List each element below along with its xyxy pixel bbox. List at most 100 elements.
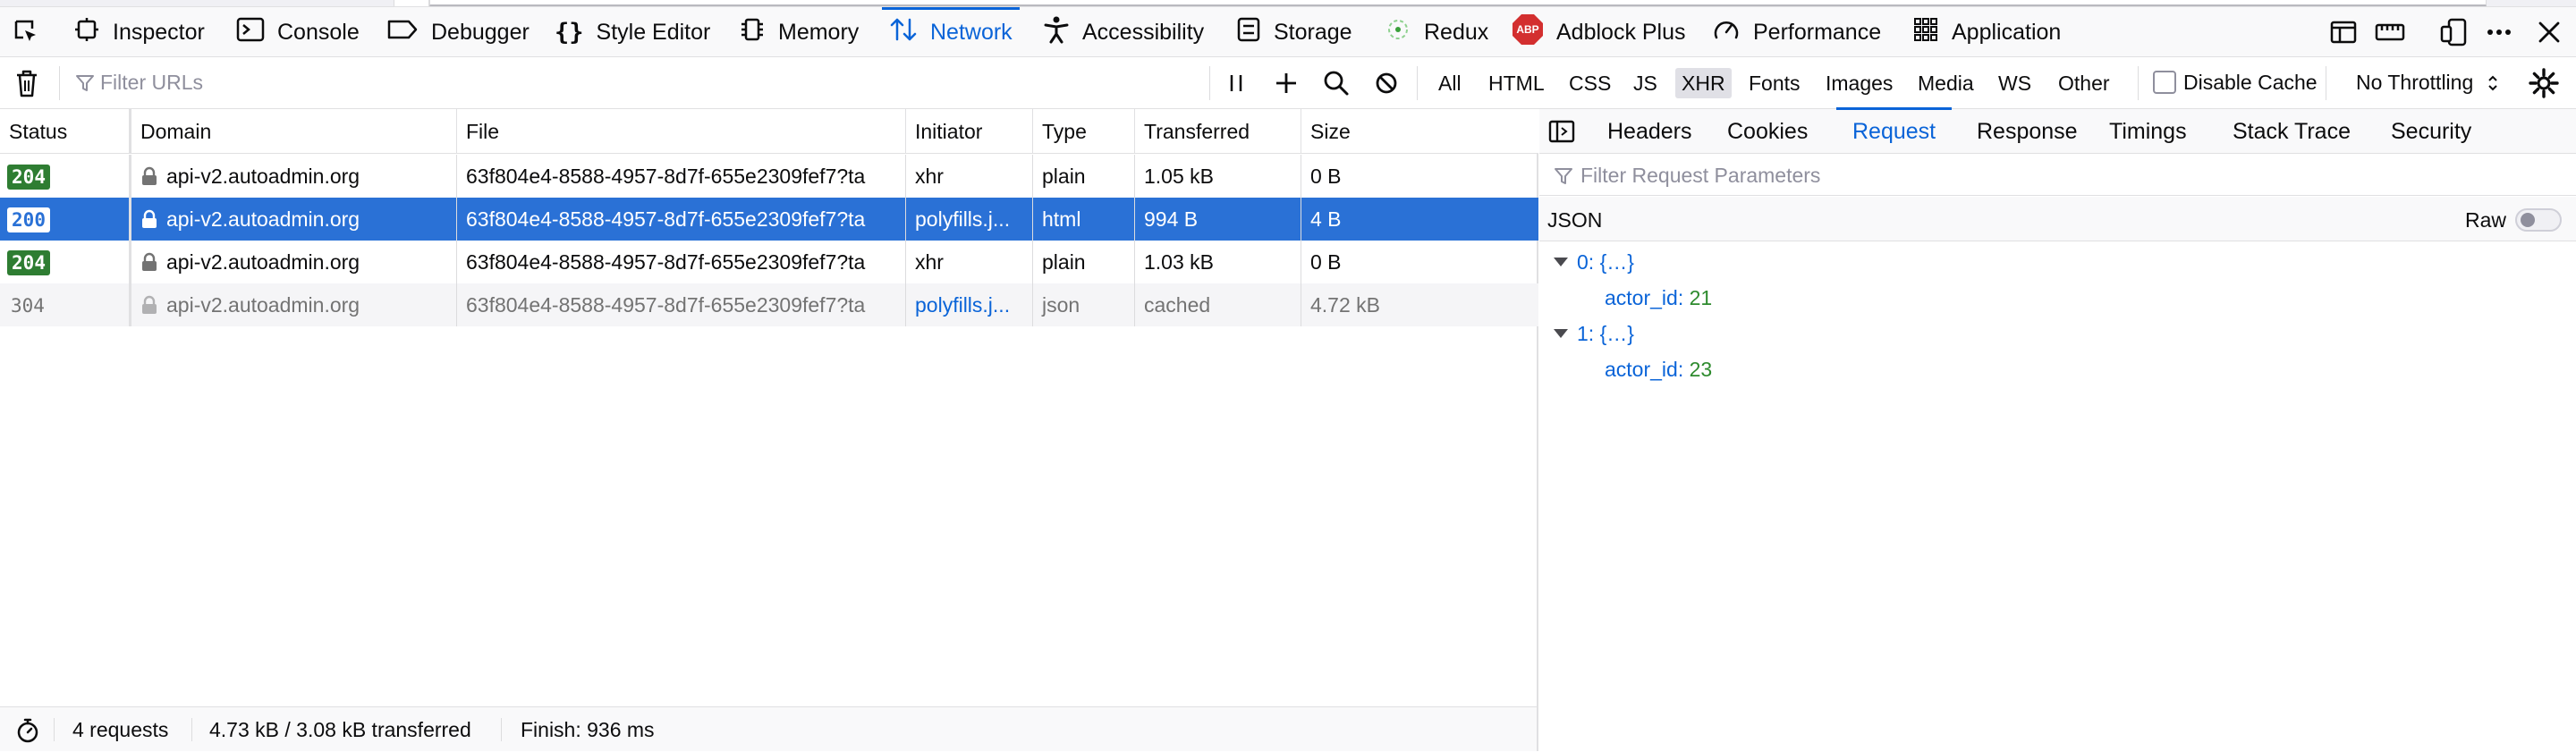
size-cell: 4.72 kB bbox=[1310, 293, 1380, 317]
initiator-cell[interactable]: polyfills.j... bbox=[906, 198, 1032, 241]
type-filter-all[interactable]: All bbox=[1432, 68, 1468, 98]
tool-storage[interactable]: Storage bbox=[1236, 7, 1352, 57]
tool-application[interactable]: Application bbox=[1912, 7, 2061, 57]
raw-toggle[interactable] bbox=[2515, 208, 2562, 232]
throttling-select[interactable]: No Throttling bbox=[2347, 64, 2504, 102]
tool-label: Accessibility bbox=[1082, 19, 1205, 45]
type-filter-ws[interactable]: WS bbox=[1992, 68, 2038, 98]
tool-style-editor[interactable]: {} Style Editor bbox=[555, 7, 710, 57]
type-filter-xhr[interactable]: XHR bbox=[1675, 68, 1732, 98]
file-cell: 63f804e4-8588-4957-8d7f-655e2309fef7?ta bbox=[466, 250, 866, 274]
tree-node-1[interactable]: 1: {…} bbox=[1554, 322, 1634, 346]
toggle-split-console-button[interactable] bbox=[2327, 16, 2360, 48]
toggle-sidebar-icon[interactable] bbox=[1548, 120, 1575, 143]
element-picker-button[interactable] bbox=[11, 16, 43, 48]
domain-text: api-v2.autoadmin.org bbox=[166, 165, 360, 188]
column-divider[interactable] bbox=[1032, 155, 1033, 326]
tool-performance[interactable]: Performance bbox=[1712, 7, 1881, 57]
tab-response[interactable]: Response bbox=[1968, 109, 2087, 154]
table-row[interactable]: 204 api-v2.autoadmin.org 63f804e4-8588-4… bbox=[0, 155, 1538, 198]
trash-icon bbox=[17, 70, 37, 97]
tree-value: 21 bbox=[1689, 286, 1713, 309]
tree-node-0[interactable]: 0: {…} bbox=[1554, 250, 1634, 275]
transferred-cell: 994 B bbox=[1144, 207, 1199, 231]
gear-icon bbox=[2529, 68, 2559, 98]
filter-urls-input[interactable]: Filter URLs bbox=[68, 63, 1204, 104]
storage-icon bbox=[1236, 16, 1261, 49]
disable-cache-checkbox[interactable] bbox=[2153, 71, 2176, 94]
filter-request-params-input[interactable]: Filter Request Parameters bbox=[1539, 155, 2576, 196]
tab-cookies[interactable]: Cookies bbox=[1718, 109, 1817, 154]
tool-label: Network bbox=[930, 19, 1013, 45]
new-request-button[interactable] bbox=[1270, 67, 1302, 99]
rulers-button[interactable] bbox=[2374, 16, 2406, 48]
initiator-cell[interactable]: polyfills.j... bbox=[906, 283, 1032, 326]
type-filter-media[interactable]: Media bbox=[1911, 68, 1980, 98]
tab-request[interactable]: Request bbox=[1835, 107, 1953, 154]
tree-summary: {…} bbox=[1599, 322, 1634, 345]
tool-network[interactable]: Network bbox=[882, 7, 1020, 57]
table-row[interactable]: 204 api-v2.autoadmin.org 63f804e4-8588-4… bbox=[0, 241, 1538, 283]
tool-adblock-plus[interactable]: ABP Adblock Plus bbox=[1512, 7, 1686, 57]
block-url-button[interactable] bbox=[1370, 67, 1402, 99]
tool-redux[interactable]: Redux bbox=[1385, 7, 1488, 57]
tab-security[interactable]: Security bbox=[2382, 109, 2480, 154]
column-size[interactable]: Size bbox=[1301, 109, 1538, 154]
type-filter-fonts[interactable]: Fonts bbox=[1742, 68, 1807, 98]
column-initiator[interactable]: Initiator bbox=[905, 109, 1032, 154]
column-divider[interactable] bbox=[129, 155, 131, 326]
column-divider[interactable] bbox=[1134, 155, 1135, 326]
lock-icon bbox=[142, 166, 157, 185]
browser-top-strip bbox=[0, 0, 2576, 7]
column-domain[interactable]: Domain bbox=[129, 109, 456, 154]
filter-request-params-placeholder: Filter Request Parameters bbox=[1580, 164, 1821, 187]
tab-timings[interactable]: Timings bbox=[2100, 109, 2196, 154]
search-button[interactable] bbox=[1320, 67, 1352, 99]
type-filter-images[interactable]: Images bbox=[1819, 68, 1899, 98]
type-filter-other[interactable]: Other bbox=[2052, 68, 2116, 98]
tool-inspector[interactable]: Inspector bbox=[73, 7, 205, 57]
tool-memory[interactable]: Memory bbox=[739, 7, 859, 57]
tab-headers[interactable]: Headers bbox=[1598, 109, 1701, 154]
transferred-cell: cached bbox=[1144, 293, 1211, 317]
status-badge: 200 bbox=[7, 207, 50, 232]
filter-urls-placeholder: Filter URLs bbox=[100, 71, 204, 94]
status-badge: 204 bbox=[7, 250, 50, 275]
stopwatch-icon[interactable] bbox=[14, 717, 41, 744]
chevron-up-down-icon bbox=[2488, 75, 2497, 91]
network-settings-button[interactable] bbox=[2528, 67, 2560, 99]
clear-button[interactable] bbox=[13, 67, 45, 99]
throttling-value: No Throttling bbox=[2356, 71, 2474, 94]
filter-icon bbox=[1555, 168, 1572, 184]
table-row[interactable]: 304 api-v2.autoadmin.org 63f804e4-8588-4… bbox=[0, 283, 1538, 326]
type-filter-css[interactable]: CSS bbox=[1563, 68, 1617, 98]
column-file[interactable]: File bbox=[456, 109, 905, 154]
type-filter-html[interactable]: HTML bbox=[1482, 68, 1551, 98]
close-icon bbox=[2538, 21, 2560, 43]
type-filter-js[interactable]: JS bbox=[1627, 68, 1664, 98]
close-devtools-button[interactable] bbox=[2533, 16, 2565, 48]
ruler-icon bbox=[2375, 23, 2405, 41]
domain-cell: api-v2.autoadmin.org bbox=[131, 241, 456, 283]
column-status[interactable]: Status bbox=[0, 109, 129, 154]
table-row-selected[interactable]: 200 api-v2.autoadmin.org 63f804e4-8588-4… bbox=[0, 198, 1538, 241]
column-divider[interactable] bbox=[456, 155, 457, 326]
domain-text: api-v2.autoadmin.org bbox=[166, 207, 360, 231]
expand-triangle-icon[interactable] bbox=[1554, 258, 1568, 267]
tool-console[interactable]: Console bbox=[236, 7, 360, 57]
tab-stack-trace[interactable]: Stack Trace bbox=[2224, 109, 2360, 154]
responsive-design-button[interactable] bbox=[2438, 16, 2470, 48]
pause-button[interactable] bbox=[1220, 67, 1252, 99]
column-transferred[interactable]: Transferred bbox=[1134, 109, 1301, 154]
toolbox-menu-button[interactable] bbox=[2483, 16, 2515, 48]
tool-accessibility[interactable]: Accessibility bbox=[1043, 7, 1204, 57]
lock-icon bbox=[142, 209, 157, 228]
column-divider[interactable] bbox=[905, 155, 906, 326]
search-icon bbox=[1324, 71, 1349, 96]
tree-index: 0: bbox=[1577, 250, 1595, 274]
tool-debugger[interactable]: Debugger bbox=[386, 7, 530, 57]
transferred-summary: 4.73 kB / 3.08 kB transferred bbox=[209, 718, 471, 741]
column-type[interactable]: Type bbox=[1032, 109, 1134, 154]
expand-triangle-icon[interactable] bbox=[1554, 329, 1568, 339]
details-tabs: Headers Cookies Request Response Timings… bbox=[1539, 107, 2576, 154]
